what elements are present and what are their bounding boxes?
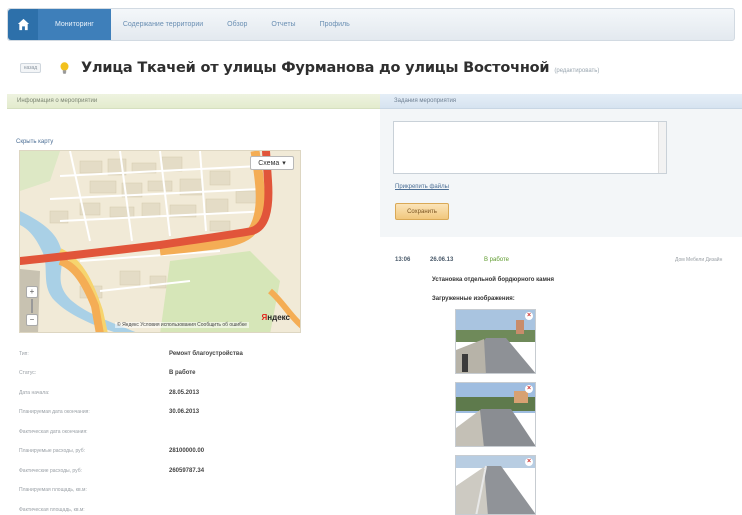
top-nav: Мониторинг Содержание территории Обзор О… [7, 8, 735, 41]
tab-monitoring[interactable]: Мониторинг [38, 9, 111, 40]
entry-author: Дом Мебели Дизайн [675, 257, 723, 263]
info-value: 26059787.34 [169, 467, 205, 474]
title-row: назад Улица Ткачей от улицы Фурманова до… [20, 60, 599, 76]
map-type-select[interactable]: Схема ▾ [250, 156, 294, 170]
photo-thumbnail[interactable]: × [455, 455, 536, 515]
info-row-status: Статус: В работе [19, 364, 279, 384]
info-label: Планируемая дата окончания: [19, 409, 90, 416]
entry-time: 13:06 [395, 257, 411, 263]
info-label: Планируемые расходы, руб: [19, 448, 85, 455]
delete-photo-icon[interactable]: × [525, 385, 533, 393]
info-row-actual-cost: Фактические расходы, руб: 26059787.34 [19, 461, 279, 481]
street-photo-image [456, 310, 535, 373]
tab-reports[interactable]: Отчеты [259, 9, 307, 40]
zoom-out-button[interactable]: − [26, 314, 38, 326]
info-value: В работе [169, 370, 196, 377]
info-value: Ремонт благоустройства [169, 350, 243, 357]
info-label: Дата начала: [19, 389, 50, 396]
info-value: 28.05.2013 [169, 389, 200, 396]
info-row-start-date: Дата начала: 28.05.2013 [19, 383, 279, 403]
yandex-logo: Яндекс [261, 313, 290, 322]
home-button[interactable] [8, 9, 38, 40]
info-row-planned-area: Планируемая площадь, кв.м: [19, 481, 279, 501]
info-row-actual-end: Фактическая дата окончания: [19, 422, 279, 442]
home-icon [17, 18, 29, 31]
zoom-slider[interactable] [31, 299, 33, 313]
info-label: Фактическая площадь, кв.м: [19, 506, 85, 513]
info-row-planned-end: Планируемая дата окончания: 30.06.2013 [19, 403, 279, 423]
chevron-down-icon: ▾ [282, 160, 286, 167]
entry-date: 26.06.13 [430, 257, 454, 263]
tab-territory[interactable]: Содержание территории [111, 9, 215, 40]
info-label: Статус: [19, 370, 37, 377]
entry-status: В работе [484, 257, 510, 263]
street-photo-image [456, 383, 535, 446]
comment-textarea[interactable] [393, 121, 667, 174]
save-button[interactable]: Сохранить [395, 203, 449, 220]
zoom-in-button[interactable]: + [26, 286, 38, 298]
map-type-label: Схема [258, 159, 280, 167]
info-section-header: Информация о мероприятии [7, 94, 380, 109]
info-row-actual-area: Фактическая площадь, кв.м: [19, 500, 279, 515]
info-row-type: Тип: Ремонт благоустройства [19, 344, 279, 364]
textarea-scrollbar[interactable] [658, 122, 666, 173]
tasks-section-header: Задания мероприятия [380, 94, 742, 109]
info-value: 30.06.2013 [169, 409, 200, 416]
edit-link[interactable]: (редактировать) [554, 68, 599, 74]
info-label: Планируемая площадь, кв.м: [19, 487, 87, 494]
zoom-control[interactable]: + − [26, 286, 38, 326]
tab-profile[interactable]: Профиль [308, 9, 362, 40]
tab-overview[interactable]: Обзор [215, 9, 259, 40]
info-label: Фактическая дата окончания: [19, 428, 88, 435]
attach-files-link[interactable]: Прикрепить файлы [395, 184, 449, 190]
map-view[interactable]: Схема ▾ + − © Яндекс Условия использован… [19, 150, 301, 333]
info-value: 28100000.00 [169, 448, 205, 455]
back-button[interactable]: назад [20, 63, 41, 73]
info-table: Тип: Ремонт благоустройства Статус: В ра… [19, 344, 279, 515]
map-copyright: © Яндекс Условия использования Сообщить … [115, 322, 249, 328]
street-photo-image [456, 456, 535, 514]
info-label: Тип: [19, 350, 29, 357]
lightbulb-icon [60, 62, 69, 74]
entry-images-label: Загруженные изображения: [432, 296, 515, 302]
map-canvas [20, 151, 300, 332]
page-title: Улица Ткачей от улицы Фурманова до улицы… [81, 60, 550, 76]
photo-thumbnail[interactable]: × [455, 382, 536, 447]
delete-photo-icon[interactable]: × [525, 458, 533, 466]
hide-map-link[interactable]: Скрыть карту [16, 139, 53, 145]
photo-thumbnail[interactable]: × [455, 309, 536, 374]
entry-text: Установка отдельной бордюрного камня [432, 277, 555, 283]
info-label: Фактические расходы, руб: [19, 467, 82, 474]
delete-photo-icon[interactable]: × [525, 312, 533, 320]
info-row-planned-cost: Планируемые расходы, руб: 28100000.00 [19, 442, 279, 462]
